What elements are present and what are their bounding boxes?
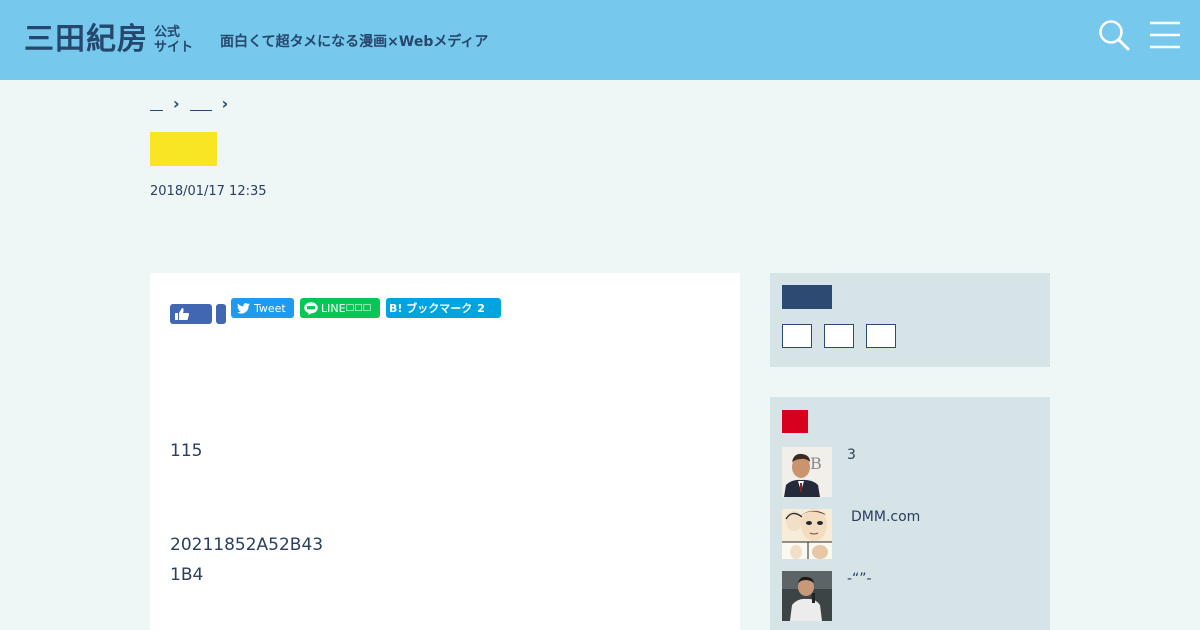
ranking-item[interactable]: B 3 (782, 447, 1042, 497)
line-logo-icon (304, 301, 318, 315)
ranking-item-title: 3 (847, 447, 856, 463)
sidebar-follow-box (770, 273, 1050, 367)
line-label-suffix: □□□ (345, 303, 372, 313)
facebook-like-button[interactable] (170, 304, 212, 324)
tweet-button[interactable]: Tweet (231, 298, 294, 318)
site-header: 三田紀房 公式 サイト 面白くて超タメになる漫画×Webメディア (0, 0, 1200, 80)
breadcrumb-category-link[interactable] (189, 96, 212, 111)
manga-faces-illustration (782, 509, 832, 559)
person-in-suit-photo: B (782, 447, 832, 497)
speaker-photo (782, 571, 832, 621)
sns-link-button[interactable] (824, 324, 854, 348)
article-paragraph: 1B4 (170, 565, 204, 585)
twitter-bird-icon (237, 302, 250, 314)
sidebar-ranking-box: B 3 DMM.com -“”- (770, 397, 1050, 630)
logo-main-text: 三田紀房 (24, 22, 148, 57)
ranking-title-badge (782, 410, 808, 433)
tweet-label: Tweet (254, 301, 286, 315)
logo-sub-line-2: サイト (154, 40, 194, 55)
sidebar-follow-title (782, 285, 832, 309)
hamburger-menu-icon[interactable] (1148, 18, 1182, 52)
breadcrumb-home-link[interactable] (150, 96, 163, 111)
article-body: Tweet LINE □□□ B! ブックマーク 2 115 20211852A… (150, 273, 740, 630)
breadcrumb: › › (150, 94, 238, 113)
ranking-item[interactable]: -“”- (782, 571, 1042, 621)
breadcrumb-separator: › (173, 94, 180, 113)
line-share-button[interactable]: LINE □□□ (300, 298, 380, 318)
article-paragraph: 115 (170, 441, 203, 461)
sns-link-button[interactable] (866, 324, 896, 348)
article-paragraph: 20211852A52B43 (170, 535, 324, 555)
hatena-bookmark-button[interactable]: B! ブックマーク 2 (386, 298, 501, 318)
thumbs-up-icon (175, 308, 189, 320)
category-badge[interactable] (150, 132, 217, 166)
sns-link-button[interactable] (782, 324, 812, 348)
svg-text:B: B (810, 454, 822, 473)
breadcrumb-separator: › (221, 94, 229, 113)
post-date: 2018/01/17 12:35 (150, 184, 267, 199)
ranking-item-title: -“”- (847, 571, 872, 587)
facebook-count (216, 304, 226, 324)
logo-sub-text: 公式 サイト (154, 25, 193, 55)
site-tagline: 面白くて超タメになる漫画×Webメディア (220, 34, 489, 50)
logo-sub-line-1: 公式 (154, 25, 181, 40)
hatena-count: 2 (477, 301, 485, 315)
site-logo[interactable]: 三田紀房 公式 サイト (24, 22, 193, 58)
ranking-item[interactable]: DMM.com (782, 509, 1042, 559)
search-icon[interactable] (1097, 18, 1131, 52)
ranking-item-title: DMM.com (851, 509, 921, 525)
line-label: LINE (321, 301, 346, 315)
hatena-label: B! ブックマーク (389, 302, 473, 315)
